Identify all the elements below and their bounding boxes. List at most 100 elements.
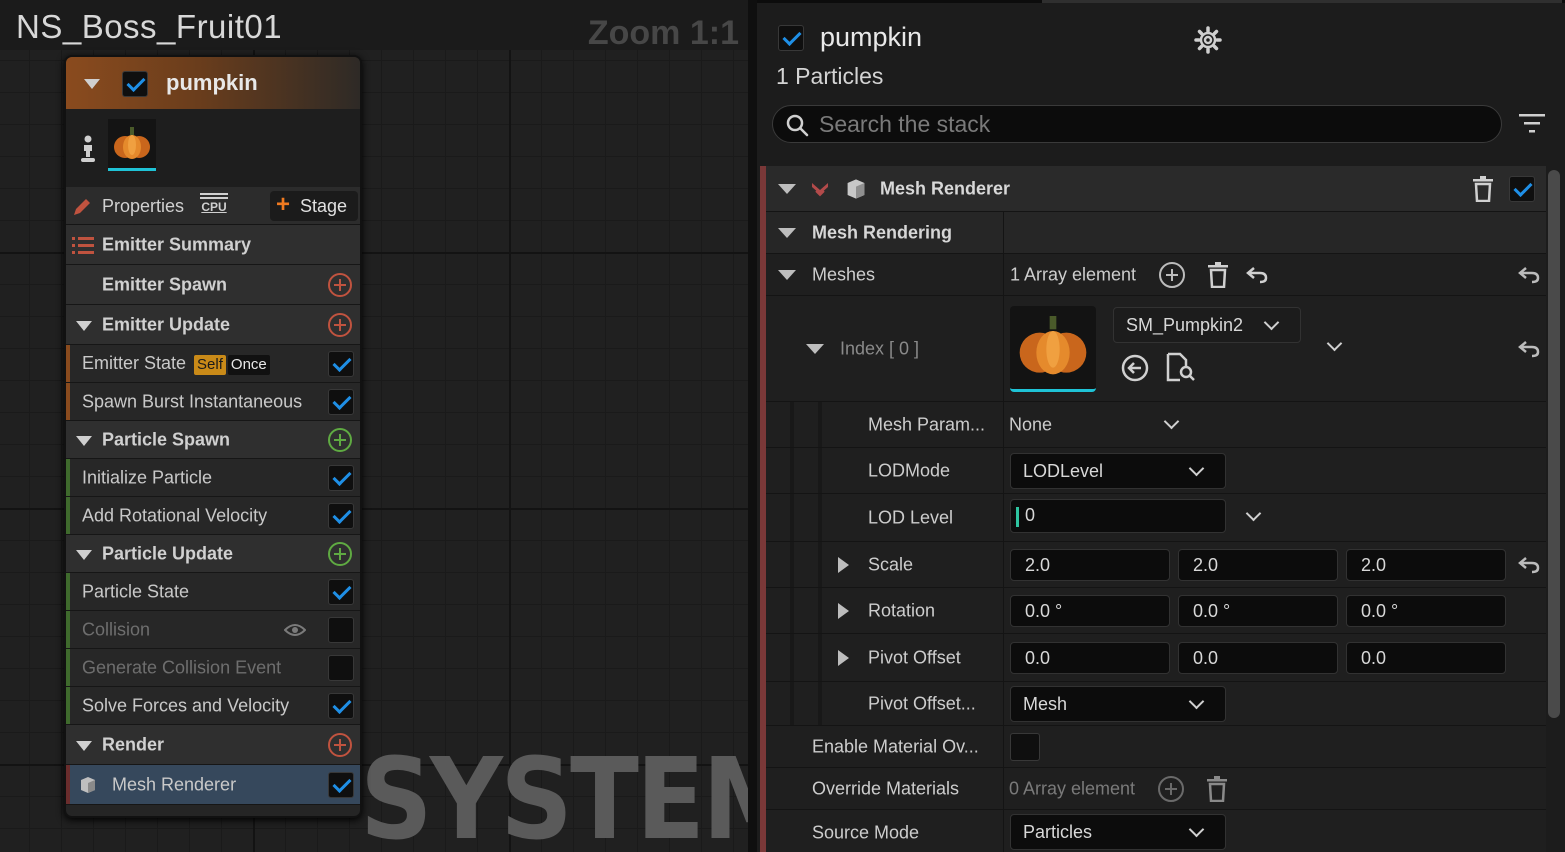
system-graph[interactable]: NS_Boss_Fruit01 Zoom 1:1 SYSTEM pumpkin (0, 0, 757, 852)
expand-icon[interactable] (838, 603, 849, 619)
chevron-down-icon[interactable] (1163, 413, 1180, 430)
renderer-header[interactable]: Mesh Renderer (766, 166, 1546, 212)
stack-scrollbar[interactable] (1548, 170, 1560, 718)
module-solve-forces[interactable]: Solve Forces and Velocity (66, 687, 360, 725)
collapse-icon[interactable] (778, 270, 796, 280)
reset-to-default-icon[interactable] (1518, 340, 1540, 358)
module-enable-checkbox[interactable] (328, 578, 354, 605)
filter-icon[interactable] (1519, 111, 1545, 135)
panel-splitter[interactable] (748, 0, 757, 852)
expand-icon[interactable] (838, 650, 849, 666)
property-scale[interactable]: Scale 2.0 2.0 2.0 (766, 542, 1546, 588)
module-enable-checkbox[interactable] (328, 350, 354, 377)
property-override-materials[interactable]: Override Materials 0 Array element (766, 768, 1546, 810)
property-source-mode[interactable]: Source Mode Particles (766, 810, 1546, 852)
section-particle-update[interactable]: Particle Update (66, 535, 360, 573)
delete-icon[interactable] (1207, 262, 1229, 288)
property-rotation[interactable]: Rotation 0.0 ° 0.0 ° 0.0 ° (766, 588, 1546, 634)
pivot-z-input[interactable]: 0.0 (1346, 642, 1506, 674)
expand-icon[interactable] (838, 557, 849, 573)
module-particle-state[interactable]: Particle State (66, 573, 360, 611)
collapse-icon[interactable] (76, 435, 92, 446)
search-input[interactable] (819, 110, 1479, 138)
property-pivot-offset-space[interactable]: Pivot Offset... Mesh (766, 682, 1546, 726)
add-module-icon[interactable] (328, 312, 352, 337)
array-element-index-0[interactable]: Index [ 0 ] SM_Pumpkin2 (766, 296, 1546, 402)
lod-level-input[interactable]: 0 (1010, 499, 1226, 533)
renderer-mesh-renderer[interactable]: Mesh Renderer (66, 765, 360, 805)
module-enable-checkbox[interactable] (328, 464, 354, 491)
chevron-down-icon[interactable] (1245, 505, 1262, 522)
add-module-icon[interactable] (328, 541, 352, 566)
add-stage-button[interactable]: + Stage (270, 191, 358, 221)
emitter-summary-row[interactable]: Emitter Summary (66, 225, 360, 265)
reset-to-default-icon[interactable] (1518, 556, 1540, 574)
property-lodmode[interactable]: LODMode LODLevel (766, 448, 1546, 494)
property-pivot-offset[interactable]: Pivot Offset 0.0 0.0 0.0 (766, 634, 1546, 682)
reset-to-default-icon[interactable] (1518, 266, 1540, 284)
scale-y-input[interactable]: 2.0 (1178, 549, 1338, 581)
module-emitter-state[interactable]: Emitter State Self Once (66, 345, 360, 383)
emitter-enable-checkbox[interactable] (122, 71, 148, 97)
pivot-space-dropdown[interactable]: Mesh (1010, 686, 1226, 722)
mesh-asset-thumbnail[interactable] (1010, 306, 1096, 392)
collapse-icon[interactable] (778, 184, 796, 194)
collapse-icon[interactable] (806, 344, 824, 354)
properties-row[interactable]: Properties CPU + Stage (66, 187, 360, 225)
add-element-icon[interactable] (1159, 262, 1185, 288)
collapse-icon[interactable] (76, 320, 92, 331)
eye-icon[interactable] (284, 623, 306, 637)
emitter-enable-checkbox[interactable] (778, 25, 804, 51)
renderer-enable-checkbox[interactable] (328, 771, 354, 798)
stack-search-box[interactable] (772, 105, 1502, 143)
scale-z-input[interactable]: 2.0 (1346, 549, 1506, 581)
module-initialize-particle[interactable]: Initialize Particle (66, 459, 360, 497)
delete-icon[interactable] (1206, 776, 1228, 802)
lodmode-dropdown[interactable]: LODLevel (1010, 453, 1226, 489)
module-enable-checkbox[interactable] (328, 692, 354, 719)
enable-material-checkbox[interactable] (1010, 733, 1040, 761)
module-enable-checkbox[interactable] (328, 502, 354, 529)
property-meshes[interactable]: Meshes 1 Array element (766, 254, 1546, 296)
collapse-icon[interactable] (778, 228, 796, 238)
mesh-asset-picker[interactable]: SM_Pumpkin2 (1113, 307, 1301, 343)
emitter-stack[interactable]: Mesh Renderer Mesh Rendering Meshes 1 Ar… (760, 166, 1546, 852)
add-renderer-icon[interactable] (328, 732, 352, 757)
section-emitter-spawn[interactable]: Emitter Spawn (66, 265, 360, 305)
delete-icon[interactable] (1472, 176, 1494, 202)
pivot-x-input[interactable]: 0.0 (1010, 642, 1170, 674)
property-enable-material-overrides[interactable]: Enable Material Ov... (766, 726, 1546, 768)
add-element-icon[interactable] (1158, 776, 1184, 802)
emitter-node[interactable]: pumpkin Properties CPU + Stage Emitter S… (64, 55, 362, 818)
section-render[interactable]: Render (66, 725, 360, 765)
reset-arrow-icon[interactable] (1246, 266, 1268, 284)
rotation-y-input[interactable]: 0.0 ° (1178, 595, 1338, 627)
browse-asset-icon[interactable] (1166, 352, 1196, 382)
module-generate-collision-event[interactable]: Generate Collision Event (66, 649, 360, 687)
rotation-z-input[interactable]: 0.0 ° (1346, 595, 1506, 627)
source-mode-dropdown[interactable]: Particles (1010, 814, 1226, 850)
section-emitter-update[interactable]: Emitter Update (66, 305, 360, 345)
module-spawn-burst[interactable]: Spawn Burst Instantaneous (66, 383, 360, 421)
category-mesh-rendering[interactable]: Mesh Rendering (766, 212, 1546, 254)
renderer-enable-checkbox[interactable] (1509, 176, 1535, 202)
rotation-x-input[interactable]: 0.0 ° (1010, 595, 1170, 627)
pivot-y-input[interactable]: 0.0 (1178, 642, 1338, 674)
property-mesh-parameter[interactable]: Mesh Param... None (766, 402, 1546, 448)
scale-x-input[interactable]: 2.0 (1010, 549, 1170, 581)
mesh-thumbnail[interactable] (108, 119, 156, 171)
module-enable-checkbox[interactable] (328, 654, 354, 681)
module-collision[interactable]: Collision (66, 611, 360, 649)
use-selected-asset-icon[interactable] (1121, 354, 1149, 382)
collapse-icon[interactable] (76, 740, 92, 751)
section-particle-spawn[interactable]: Particle Spawn (66, 421, 360, 459)
module-enable-checkbox[interactable] (328, 388, 354, 415)
chevron-down-icon[interactable] (1326, 335, 1343, 352)
mesh-param-value[interactable]: None (1009, 414, 1052, 435)
module-enable-checkbox[interactable] (328, 616, 354, 643)
module-add-rotational-velocity[interactable]: Add Rotational Velocity (66, 497, 360, 535)
gear-icon[interactable] (1194, 26, 1222, 54)
collapse-icon[interactable] (76, 549, 92, 560)
emitter-node-header[interactable]: pumpkin (66, 57, 360, 109)
collapse-icon[interactable] (84, 79, 100, 89)
